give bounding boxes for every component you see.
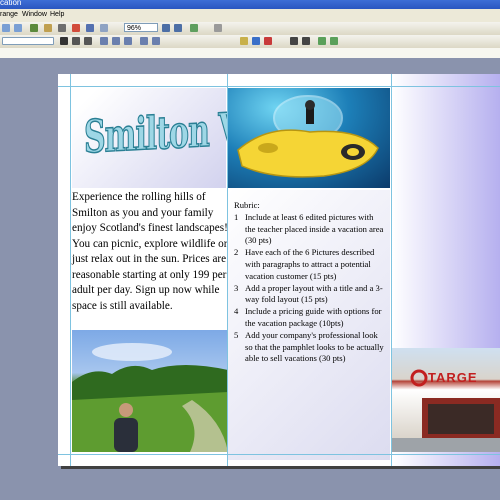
standard-toolbar: 96% [0,22,500,36]
margin-guide-left [70,74,71,466]
zoom-in-icon[interactable] [162,24,170,32]
align-center-icon[interactable] [112,37,120,45]
rubric-list: 1 Include at least 6 edited pictures with… [234,212,384,365]
landscape-illustration [72,343,228,452]
line-color-icon[interactable] [252,37,260,45]
menu-window[interactable]: Window [22,11,47,18]
bold-icon[interactable] [60,37,68,45]
flyer-description[interactable]: Experience the rolling hills of Smilton … [72,190,228,314]
window-titlebar: cation [0,0,500,9]
store-illustration [392,369,500,452]
rubric-item: 4 Include a pricing guide with options fo… [234,306,382,328]
hyperlink-icon[interactable] [72,24,80,32]
margin-guide-bottom [58,454,500,455]
menu-help[interactable]: Help [50,11,64,18]
submarine-photo[interactable] [228,88,390,188]
bullets-icon[interactable] [152,37,160,45]
menu-arrange[interactable]: range [0,11,18,18]
font-name-select[interactable] [2,37,54,45]
store-photo[interactable]: TARGE [392,348,500,452]
submarine-illustration [237,95,379,178]
rubric-textbox[interactable]: Rubric: 1 Include at least 6 edited pictu… [234,200,384,365]
font-color-icon[interactable] [264,37,272,45]
3d-style-icon[interactable] [330,37,338,45]
menu-bar: range Window Help [0,9,500,22]
column-guide-1 [227,74,228,466]
align-right-icon[interactable] [124,37,132,45]
insert-table-icon[interactable] [44,24,52,32]
zoom-select[interactable]: 96% [124,23,158,32]
underline-icon[interactable] [84,37,92,45]
align-left-icon[interactable] [100,37,108,45]
fill-color-icon[interactable] [240,37,248,45]
column-guide-2 [391,74,392,466]
column-icon[interactable] [86,24,94,32]
italic-icon[interactable] [72,37,80,45]
help-icon[interactable] [190,24,198,32]
formatting-toolbar [0,35,500,49]
rubric-item: 1 Include at least 6 edited pictures with… [234,211,384,246]
window-title: cation [0,0,22,7]
zoom-out-icon[interactable] [174,24,182,32]
margin-guide-top [58,86,500,87]
shape-icon[interactable] [100,24,108,32]
rubric-item: 3 Add a proper layout with a title and a … [234,282,383,305]
rubric-heading: Rubric: [234,200,260,210]
line-style-icon[interactable] [290,37,298,45]
redo-icon[interactable] [14,24,22,32]
toolbar-options-icon[interactable] [214,24,222,32]
insert-picture-icon[interactable] [30,24,38,32]
undo-icon[interactable] [2,24,10,32]
numbering-icon[interactable] [140,37,148,45]
publication-page[interactable]: Smilton Vacations Experience the rolling… [58,74,500,466]
rubric-item: 2 Have each of the 6 Pictures described w… [234,247,375,281]
shadow-style-icon[interactable] [318,37,326,45]
dash-style-icon[interactable] [302,37,310,45]
landscape-photo[interactable] [72,330,228,452]
title-wordart-frame[interactable]: Smilton Vacations [72,88,372,188]
format-painter-icon[interactable] [58,24,66,32]
rubric-item: 5 Add your company's professional look so… [234,329,384,364]
